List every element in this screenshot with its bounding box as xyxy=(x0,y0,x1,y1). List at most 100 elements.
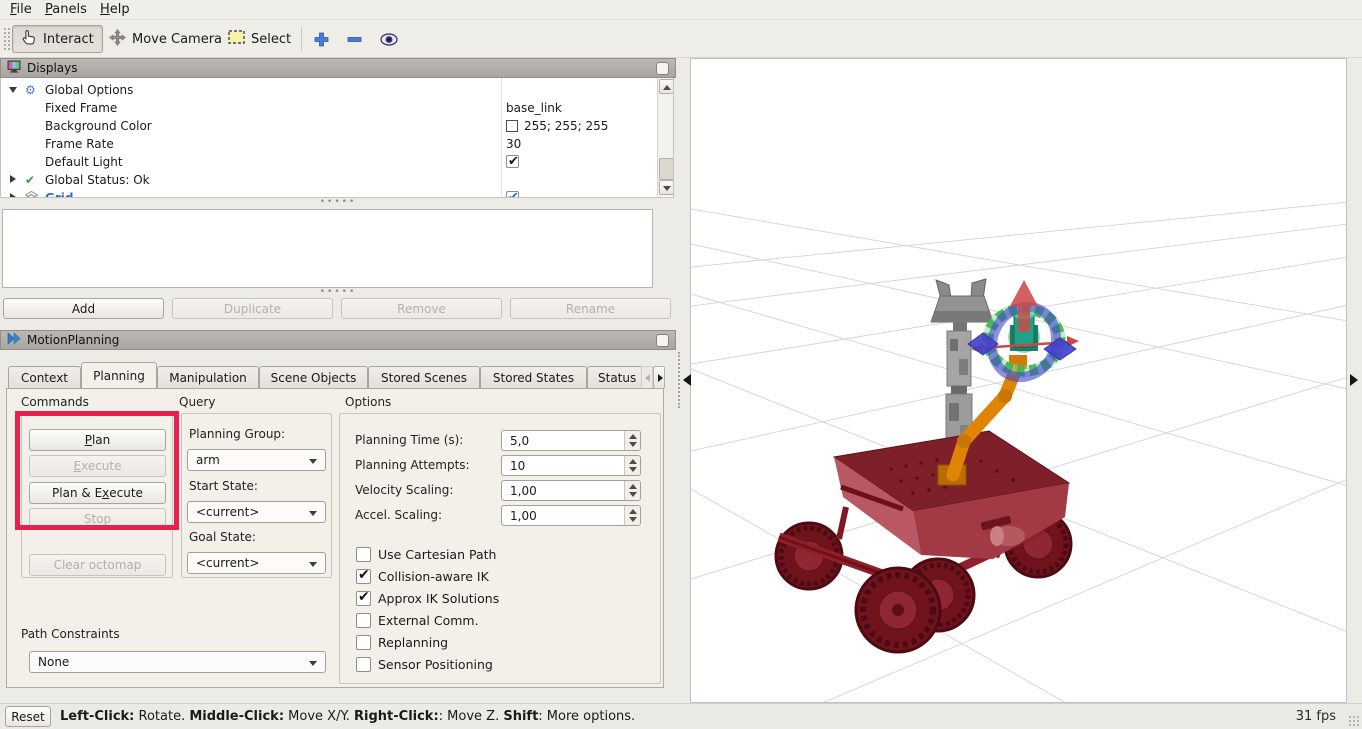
mouse-help-text: Left-Click: Rotate. Middle-Click: Move X… xyxy=(60,704,635,729)
path-constraints-dropdown[interactable]: None xyxy=(29,651,326,673)
tab-stored-scenes[interactable]: Stored Scenes xyxy=(368,366,480,389)
commands-heading: Commands xyxy=(21,395,89,409)
displays-scrollbar[interactable] xyxy=(657,78,674,196)
add-button[interactable]: Add xyxy=(3,298,164,319)
spin-arrows[interactable] xyxy=(624,481,640,500)
3d-scene xyxy=(691,59,1347,703)
chevron-down-icon xyxy=(309,459,317,464)
rename-button[interactable]: Rename xyxy=(510,298,671,319)
scroll-up-icon[interactable] xyxy=(659,79,674,94)
default-light-checkbox[interactable] xyxy=(506,155,519,168)
select-tool-label: Select xyxy=(251,32,291,47)
rover-robot[interactable] xyxy=(776,431,1071,652)
move-arrows-icon xyxy=(109,29,126,50)
displays-panel-title: Displays xyxy=(27,61,77,75)
goal-state-dropdown[interactable]: <current> xyxy=(187,552,326,574)
expander-right-icon[interactable] xyxy=(10,175,16,183)
spin-arrows[interactable] xyxy=(624,456,640,475)
tab-status[interactable]: Status xyxy=(587,366,641,389)
planning-attempts-spinbox[interactable]: 10 xyxy=(501,455,641,476)
start-state-label: Start State: xyxy=(189,479,258,493)
path-constraints-label: Path Constraints xyxy=(21,627,120,641)
expander-right-icon[interactable] xyxy=(10,193,16,198)
clear-octomap-button[interactable]: Clear octomap xyxy=(29,554,166,576)
chevron-down-icon xyxy=(309,661,317,666)
tree-row-default-light[interactable]: Default Light xyxy=(1,153,655,171)
menu-help[interactable]: Help xyxy=(94,0,136,20)
tab-manipulation[interactable]: Manipulation xyxy=(157,366,259,389)
collapse-right-arrow-icon[interactable] xyxy=(1350,374,1358,386)
fps-counter: 31 fps xyxy=(1296,704,1336,729)
execute-button[interactable]: Execute xyxy=(29,455,166,477)
toolbar-drag-handle[interactable] xyxy=(3,27,10,51)
motionplanning-panel-toggle[interactable] xyxy=(656,334,669,347)
select-tool-button[interactable]: Select xyxy=(220,25,299,53)
panel-splitter[interactable]: ••••• xyxy=(0,200,676,206)
tree-row-frame-rate[interactable]: Frame Rate 30 xyxy=(1,135,655,153)
planning-group-dropdown[interactable]: arm xyxy=(187,449,326,471)
scroll-down-icon[interactable] xyxy=(659,180,674,195)
move-camera-tool-button[interactable]: Move Camera xyxy=(101,25,230,53)
expander-down-icon[interactable] xyxy=(9,87,17,93)
motion-arrows-icon xyxy=(7,332,21,348)
collapse-left-arrow-icon[interactable] xyxy=(683,374,691,386)
spin-arrows[interactable] xyxy=(624,506,640,525)
plan-and-execute-button[interactable]: Plan & Execute xyxy=(29,482,166,504)
tab-scene-objects[interactable]: Scene Objects xyxy=(259,366,368,389)
eye-icon xyxy=(380,33,398,46)
background-color-value[interactable]: 255; 255; 255 xyxy=(524,117,608,135)
planning-time-label: Planning Time (s): xyxy=(355,433,463,447)
planning-attempts-label: Planning Attempts: xyxy=(355,458,470,472)
color-swatch[interactable] xyxy=(506,120,518,132)
plan-button[interactable]: Plan xyxy=(29,429,166,451)
tree-row-background-color[interactable]: Background Color 255; 255; 255 xyxy=(1,117,655,135)
tab-stored-states[interactable]: Stored States xyxy=(480,366,587,389)
tree-row-fixed-frame[interactable]: Fixed Frame base_link xyxy=(1,99,655,117)
scrollbar-thumb[interactable] xyxy=(659,158,674,180)
displays-panel-toggle[interactable] xyxy=(656,62,669,75)
duplicate-button[interactable]: Duplicate xyxy=(172,298,333,319)
start-state-dropdown[interactable]: <current> xyxy=(187,501,326,523)
zoom-out-button[interactable] xyxy=(343,28,365,50)
interact-tool-button[interactable]: Interact xyxy=(12,25,103,53)
fixed-frame-value[interactable]: base_link xyxy=(506,99,562,117)
move-camera-tool-label: Move Camera xyxy=(132,32,222,47)
interact-tool-label: Interact xyxy=(43,32,94,47)
hand-pointer-icon xyxy=(21,29,37,49)
chevron-down-icon xyxy=(309,562,317,567)
accel-scaling-label: Accel. Scaling: xyxy=(355,508,442,522)
tab-planning[interactable]: Planning xyxy=(81,362,157,389)
menu-panels[interactable]: Panels xyxy=(39,0,93,20)
reset-button[interactable]: Reset xyxy=(5,706,51,727)
remove-button[interactable]: Remove xyxy=(341,298,502,319)
status-ok-check-icon: ✔ xyxy=(25,172,39,188)
menu-file[interactable]: File xyxy=(4,0,38,20)
grid-icon xyxy=(25,190,39,198)
monitor-icon xyxy=(7,60,21,76)
frame-rate-value[interactable]: 30 xyxy=(506,135,521,153)
panel-splitter[interactable]: ••••• xyxy=(0,290,676,296)
stop-button[interactable]: Stop xyxy=(29,508,166,530)
accel-scaling-spinbox[interactable]: 1,00 xyxy=(501,505,641,526)
tab-scroll-left-icon[interactable] xyxy=(641,366,653,389)
move-z-arrow xyxy=(1010,280,1038,306)
resize-grip[interactable] xyxy=(1348,715,1360,727)
motionplanning-panel-titlebar[interactable]: MotionPlanning xyxy=(0,330,676,350)
planning-time-spinbox[interactable]: 5,0 xyxy=(501,430,641,451)
displays-panel-titlebar[interactable]: Displays xyxy=(0,58,676,78)
displays-property-tree[interactable]: ⚙ Global Options Fixed Frame base_link B… xyxy=(0,78,674,198)
grid-checkbox[interactable] xyxy=(506,191,519,198)
3d-viewport[interactable] xyxy=(690,58,1347,703)
tree-row-global-options[interactable]: ⚙ Global Options xyxy=(1,81,655,99)
tab-scroll-right-icon[interactable] xyxy=(653,366,665,389)
motionplanning-panel-title: MotionPlanning xyxy=(27,333,119,347)
velocity-scaling-spinbox[interactable]: 1,00 xyxy=(501,480,641,501)
tree-row-global-status[interactable]: ✔ Global Status: Ok xyxy=(1,171,655,189)
tab-context[interactable]: Context xyxy=(8,366,81,389)
spin-arrows[interactable] xyxy=(624,431,640,450)
selection-box-icon xyxy=(228,30,245,48)
options-heading: Options xyxy=(345,395,391,409)
viewport-splitter[interactable] xyxy=(678,352,680,408)
zoom-in-button[interactable] xyxy=(310,28,332,50)
visibility-button[interactable] xyxy=(378,28,400,50)
